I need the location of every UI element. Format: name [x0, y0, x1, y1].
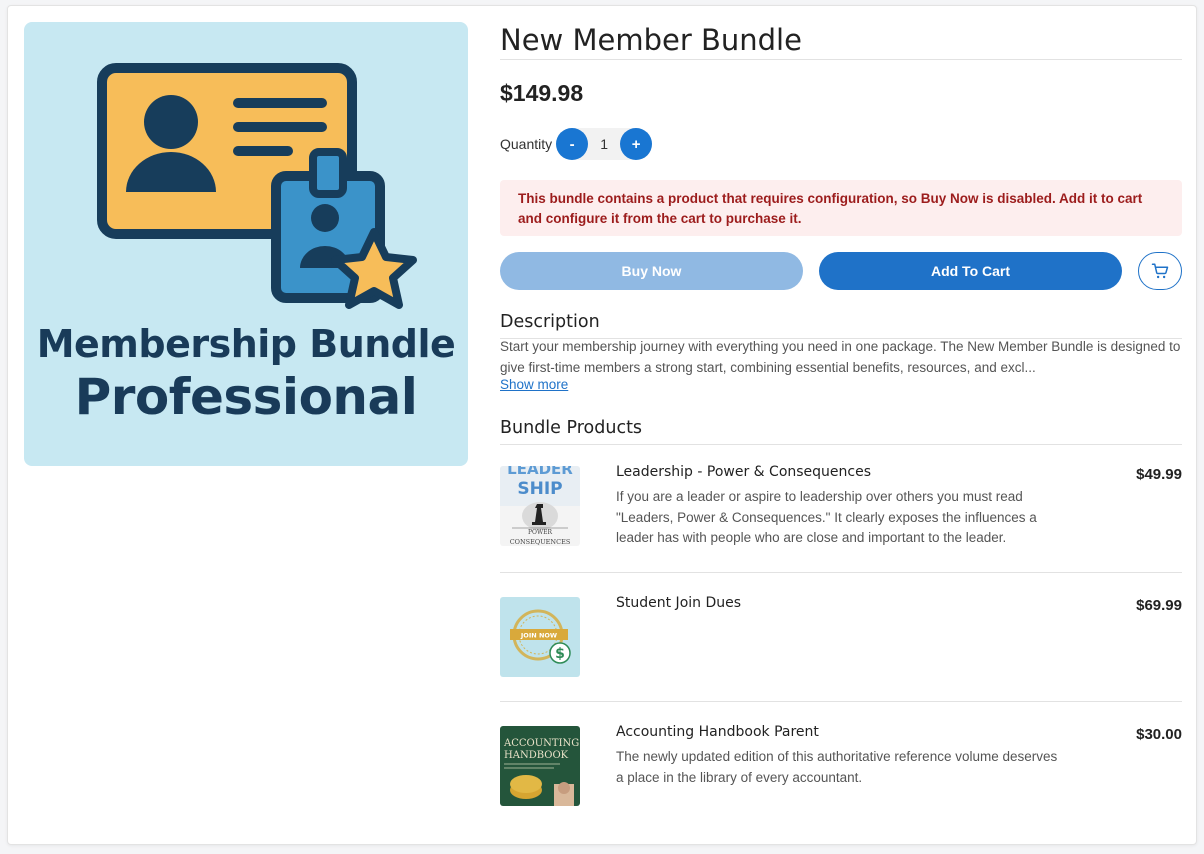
add-to-cart-button[interactable]: Add To Cart	[819, 252, 1122, 290]
thumb-text-accounting: ACCOUNTING	[503, 738, 579, 749]
bundle-product-item[interactable]: JOIN NOW $ Student Join Dues $69.99	[500, 595, 1182, 702]
quantity-label: Quantity	[500, 136, 553, 152]
page-title: New Member Bundle	[500, 22, 1182, 60]
product-name[interactable]: Accounting Handbook Parent	[616, 724, 819, 740]
membership-card-illustration	[97, 63, 417, 309]
product-name[interactable]: Leadership - Power & Consequences	[616, 464, 871, 480]
product-item-price: $69.99	[1136, 597, 1182, 614]
description-heading: Description	[500, 310, 1182, 339]
bundle-product-item[interactable]: ACCOUNTING HANDBOOK Accounting Handbook …	[500, 724, 1182, 808]
configuration-alert: This bundle contains a product that requ…	[500, 180, 1182, 236]
product-price: $149.98	[500, 80, 584, 106]
thumb-text-power: POWER	[528, 529, 553, 536]
svg-text:$: $	[555, 646, 565, 662]
show-more-link[interactable]: Show more	[500, 377, 568, 392]
product-description: If you are a leader or aspire to leaders…	[616, 489, 1037, 545]
description-text: Start your membership journey with every…	[500, 339, 1181, 375]
thumb-text-leader: LEADER	[507, 466, 573, 478]
quantity-stepper: Quantity - 1 +	[500, 127, 653, 161]
image-title-line1: Membership Bundle	[36, 322, 456, 366]
product-item-price: $30.00	[1136, 726, 1182, 743]
thumb-text-handbook: HANDBOOK	[504, 750, 569, 761]
buy-now-button[interactable]: Buy Now	[500, 252, 803, 290]
product-thumbnail: ACCOUNTING HANDBOOK	[500, 726, 580, 806]
bundle-products-heading: Bundle Products	[500, 416, 1182, 445]
quantity-decrement-button[interactable]: -	[556, 128, 589, 160]
cart-icon	[1151, 263, 1169, 279]
product-card: Membership Bundle Professional New Membe…	[7, 5, 1197, 845]
product-description: The newly updated edition of this author…	[616, 749, 1058, 785]
view-cart-button[interactable]	[1138, 252, 1182, 290]
image-title-line2: Professional	[74, 368, 418, 426]
bundle-product-item[interactable]: LEADER SHIP POWER CONSEQUENCES Leadershi…	[500, 464, 1182, 573]
product-thumbnail: LEADER SHIP POWER CONSEQUENCES	[500, 466, 580, 546]
product-item-price: $49.99	[1136, 466, 1182, 483]
thumb-text-join-now: JOIN NOW	[520, 632, 557, 640]
product-name[interactable]: Student Join Dues	[616, 595, 741, 611]
thumb-text-ship: SHIP	[517, 479, 562, 499]
product-thumbnail: JOIN NOW $	[500, 597, 580, 677]
quantity-control: - 1 +	[556, 128, 653, 160]
thumb-text-consequences: CONSEQUENCES	[510, 538, 571, 546]
product-image: Membership Bundle Professional	[24, 22, 468, 466]
quantity-value[interactable]: 1	[588, 136, 620, 152]
quantity-increment-button[interactable]: +	[620, 128, 653, 160]
